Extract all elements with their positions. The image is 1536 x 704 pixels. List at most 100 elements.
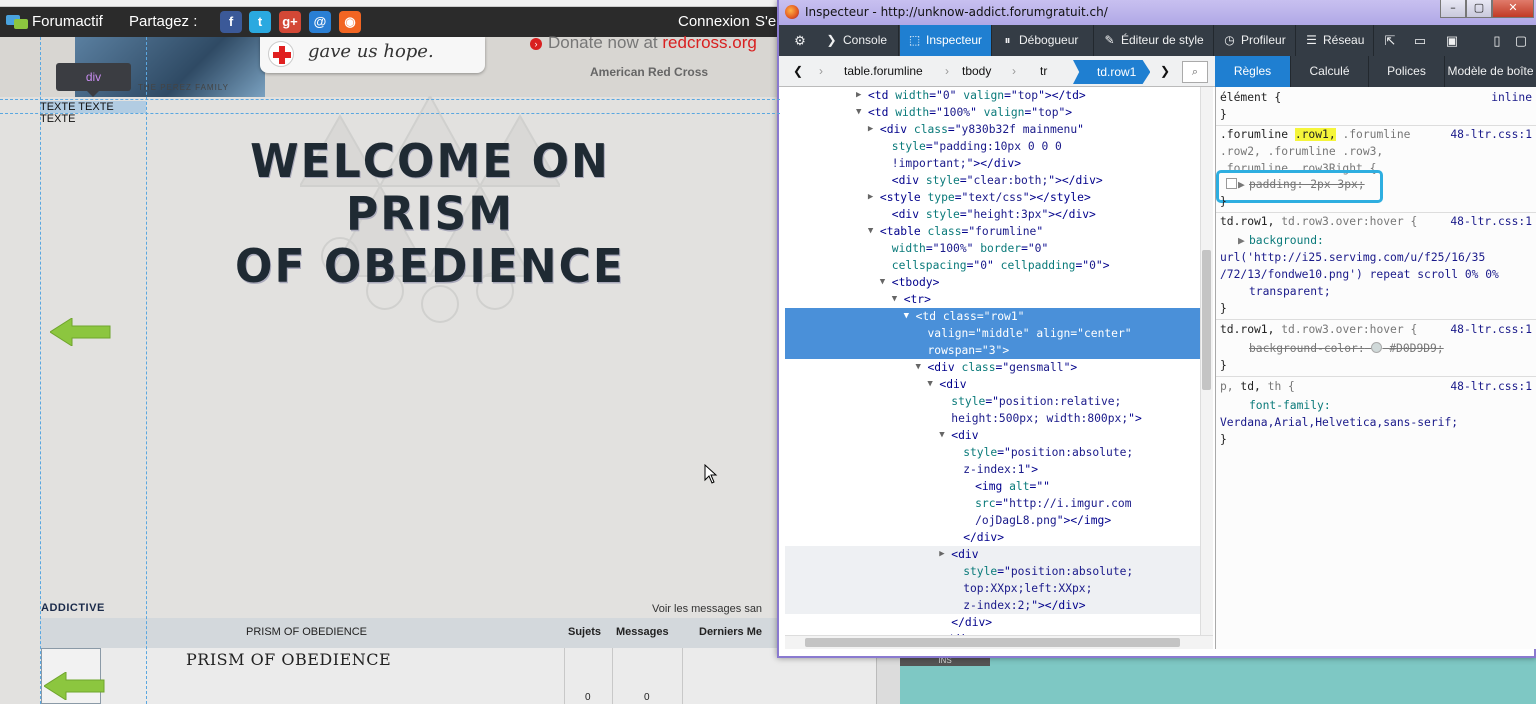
tab-box-model[interactable]: Modèle de boîte <box>1445 56 1536 87</box>
breadcrumb-item[interactable]: tbody <box>962 64 991 78</box>
scrollbar-thumb[interactable] <box>1202 250 1211 390</box>
collapse-triangle-icon[interactable]: ▼ <box>892 291 897 308</box>
signup-link[interactable]: S'e <box>755 13 776 30</box>
property-value[interactable]: Verdana,Arial,Helvetica,sans-serif; <box>1220 414 1458 431</box>
collapse-triangle-icon[interactable]: ▼ <box>939 427 944 444</box>
rule-source[interactable]: 48-ltr.css:1 <box>1450 126 1532 143</box>
breadcrumb-item[interactable]: table.forumline <box>844 64 923 78</box>
twitter-icon[interactable]: t <box>249 11 271 33</box>
arrow-left-icon[interactable] <box>50 318 112 346</box>
google-plus-icon[interactable]: g+ <box>279 11 301 33</box>
scrollbar-thumb[interactable] <box>805 638 1180 647</box>
markup-node[interactable]: ▼ <td width="100%" valign="top"> <box>785 104 1200 121</box>
tab-rules[interactable]: Règles <box>1215 56 1291 87</box>
arrow-left-icon[interactable] <box>44 672 106 700</box>
rule-source[interactable]: 48-ltr.css:1 <box>1450 378 1532 395</box>
markup-node[interactable]: z-index:2;"></div> <box>785 597 1200 614</box>
property-value[interactable]: transparent; <box>1249 283 1331 300</box>
breadcrumb-active-item[interactable]: td.row1 <box>1073 60 1151 84</box>
markup-node[interactable]: ▼ <div <box>785 427 1200 444</box>
maximize-button[interactable]: ▢ <box>1466 0 1492 18</box>
login-link[interactable]: Connexion <box>678 13 750 30</box>
category-title[interactable]: ADDICTIVE <box>41 602 105 614</box>
property-name[interactable]: font-family: <box>1249 397 1331 414</box>
collapse-triangle-icon[interactable]: ▼ <box>916 359 921 376</box>
window-titlebar[interactable]: Inspecteur - http://unknow-addict.forumg… <box>779 0 1536 25</box>
rule-source[interactable]: inline <box>1491 89 1532 106</box>
markup-node[interactable]: style="position:absolute; <box>785 444 1200 461</box>
markup-node[interactable]: ▶ <div <box>785 546 1200 563</box>
markup-node[interactable]: </div> <box>785 614 1200 631</box>
tab-debugger[interactable]: ⏸ Débogueur <box>993 25 1094 56</box>
email-icon[interactable]: @ <box>309 11 331 33</box>
donate-link[interactable]: › Donate now at redcross.org <box>530 33 757 53</box>
markup-node[interactable]: cellspacing="0" cellpadding="0"> <box>785 257 1200 274</box>
overridden-property[interactable]: background-color: #D0D9D9; <box>1249 340 1444 357</box>
forum-row-title[interactable]: PRISM OF OBEDIENCE <box>186 650 391 669</box>
markup-node[interactable]: ▶ <style type="text/css"></style> <box>785 189 1200 206</box>
markup-node[interactable]: height:500px; width:800px;"> <box>785 410 1200 427</box>
facebook-icon[interactable]: f <box>220 11 242 33</box>
pick-element-icon[interactable]: ⇱ <box>1375 25 1405 56</box>
breadcrumb-forward-icon[interactable]: ❯ <box>1160 64 1170 78</box>
forumactif-logo-icon[interactable] <box>6 13 28 31</box>
markup-node[interactable]: ▼ <tr> <box>785 291 1200 308</box>
highlighted-text-element[interactable]: TEXTE TEXTE TEXTE <box>40 101 146 125</box>
collapse-triangle-icon[interactable]: ▼ <box>927 376 932 393</box>
search-icon[interactable]: ⌕ <box>1182 61 1208 83</box>
markup-node[interactable]: style="padding:10px 0 0 0 <box>785 138 1200 155</box>
markup-node[interactable]: !important;"></div> <box>785 155 1200 172</box>
gear-icon[interactable]: ⚙ <box>785 25 815 56</box>
markup-node[interactable]: ▼ <table class="forumline" <box>785 223 1200 240</box>
view-unread-link[interactable]: Voir les messages san <box>652 603 762 615</box>
markup-node[interactable]: <div style="clear:both;"></div> <box>785 172 1200 189</box>
markup-node[interactable]: z-index:1"> <box>785 461 1200 478</box>
expand-triangle-icon[interactable]: ▶ <box>868 189 873 206</box>
property-name[interactable]: background: <box>1249 232 1324 249</box>
markup-node[interactable]: <div style="height:3px"></div> <box>785 206 1200 223</box>
expand-triangle-icon[interactable]: ▶ <box>856 87 861 104</box>
markup-node[interactable]: /ojDagL8.png"></img> <box>785 512 1200 529</box>
expand-triangle-icon[interactable]: ▶ <box>939 546 944 563</box>
markup-node[interactable]: ▼ <tbody> <box>785 274 1200 291</box>
donate-url[interactable]: redcross.org <box>662 33 756 52</box>
breadcrumb-item[interactable]: tr <box>1040 64 1047 78</box>
markup-node[interactable]: ▶ <td width="0" valign="top"></td> <box>785 87 1200 104</box>
breadcrumb-back-icon[interactable]: ❮ <box>793 64 803 78</box>
tab-network[interactable]: ☰ Réseau <box>1297 25 1374 56</box>
collapse-triangle-icon[interactable]: ▼ <box>904 308 909 325</box>
markup-node[interactable]: style="position:absolute; <box>785 563 1200 580</box>
minimize-button[interactable]: – <box>1440 0 1466 18</box>
rss-icon[interactable]: ◉ <box>339 11 361 33</box>
markup-view[interactable]: ▶ <td width="0" valign="top"></td> ▼ <td wi… <box>785 87 1200 635</box>
responsive-icon[interactable]: ▭ <box>1405 25 1435 56</box>
markup-node[interactable]: ▼ <div class="gensmall"> <box>785 359 1200 376</box>
markup-node-selected[interactable]: rowspan="3"> <box>785 342 1200 359</box>
collapse-triangle-icon[interactable]: ▼ <box>856 104 861 121</box>
tab-inspector[interactable]: ⬚ Inspecteur <box>900 25 992 56</box>
rule-source[interactable]: 48-ltr.css:1 <box>1450 213 1532 230</box>
markup-node[interactable]: style="position:relative; <box>785 393 1200 410</box>
markup-node[interactable]: top:XXpx;left:XXpx; <box>785 580 1200 597</box>
markup-node[interactable]: </div> <box>785 529 1200 546</box>
tab-style-editor[interactable]: ✎ Éditeur de style <box>1095 25 1214 56</box>
rule-source[interactable]: 48-ltr.css:1 <box>1450 321 1532 338</box>
scratchpad-icon[interactable]: ▣ <box>1437 25 1467 56</box>
markup-node[interactable]: ▶ <div class="y830b32f mainmenu" <box>785 121 1200 138</box>
collapse-triangle-icon[interactable]: ▼ <box>880 274 885 291</box>
property-value[interactable]: /72/13/fondwe10.png') repeat scroll 0% 0… <box>1220 266 1499 283</box>
color-swatch[interactable] <box>1371 342 1383 353</box>
property-value[interactable]: url('http://i25.servimg.com/u/f25/16/35 <box>1220 249 1485 266</box>
close-button[interactable]: ✕ <box>1492 0 1534 18</box>
tab-profiler[interactable]: ◷ Profileur <box>1215 25 1296 56</box>
markup-horizontal-scrollbar[interactable] <box>785 635 1213 649</box>
expand-triangle-icon[interactable]: ▶ <box>1238 232 1245 249</box>
tab-console[interactable]: ❯ Console <box>817 25 899 56</box>
forumactif-link[interactable]: Forumactif <box>32 13 103 30</box>
markup-node[interactable]: ▼ <div <box>785 376 1200 393</box>
markup-node[interactable]: width="100%" border="0" <box>785 240 1200 257</box>
markup-node-selected[interactable]: ▼ <td class="row1" <box>785 308 1200 325</box>
window-icon[interactable]: ▢ <box>1506 25 1536 56</box>
expand-triangle-icon[interactable]: ▶ <box>868 121 873 138</box>
tab-fonts[interactable]: Polices <box>1369 56 1445 87</box>
